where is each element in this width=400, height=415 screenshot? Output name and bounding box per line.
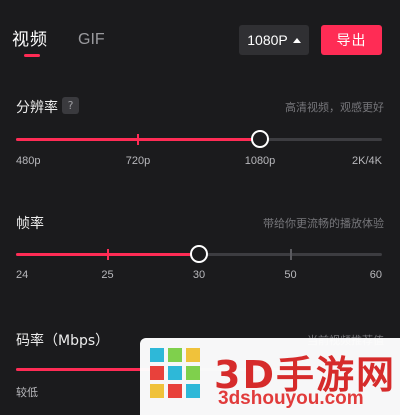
tab-gif[interactable]: GIF (78, 28, 105, 52)
framerate-hint: 带给你更流畅的播放体验 (263, 217, 384, 230)
framerate-labels: 24 25 30 50 60 (16, 269, 382, 285)
watermark-logo-icon (150, 348, 200, 398)
framerate-label: 24 (16, 269, 29, 281)
tab-video[interactable]: 视频 (12, 28, 48, 52)
framerate-tick (289, 249, 292, 260)
watermark: 3D手游网 3dshouyou.com (140, 338, 400, 415)
resolution-labels: 480p 720p 1080p 2K/4K (16, 155, 382, 171)
framerate-label: 50 (284, 269, 297, 281)
framerate-title: 帧率 (16, 216, 44, 232)
framerate-thumb[interactable] (190, 245, 208, 263)
resolution-hint: 高清视频，观感更好 (285, 101, 384, 114)
framerate-tick (106, 249, 109, 260)
framerate-label: 25 (101, 269, 114, 281)
export-button[interactable]: 导出 (321, 25, 382, 55)
framerate-slider[interactable] (16, 245, 382, 263)
watermark-url: 3dshouyou.com (218, 388, 364, 409)
caret-up-icon (292, 37, 301, 43)
framerate-label: 60 (369, 269, 382, 281)
resolution-title: 分辨率 (16, 100, 58, 116)
resolution-slider[interactable] (16, 130, 382, 148)
active-tab-indicator (24, 54, 40, 57)
resolution-dropdown-value: 1080P (247, 32, 288, 48)
bitrate-low-label: 较低 (16, 387, 38, 399)
resolution-label: 1080p (244, 155, 276, 167)
resolution-dropdown[interactable]: 1080P (239, 25, 309, 55)
resolution-label: 480p (16, 155, 41, 167)
resolution-thumb[interactable] (251, 130, 269, 148)
framerate-label: 30 (192, 269, 206, 281)
resolution-tick (137, 134, 139, 145)
resolution-label: 720p (125, 155, 151, 167)
bitrate-title: 码率（Mbps） (16, 333, 110, 349)
help-icon[interactable]: ? (62, 97, 79, 114)
resolution-label: 2K/4K (352, 155, 382, 167)
